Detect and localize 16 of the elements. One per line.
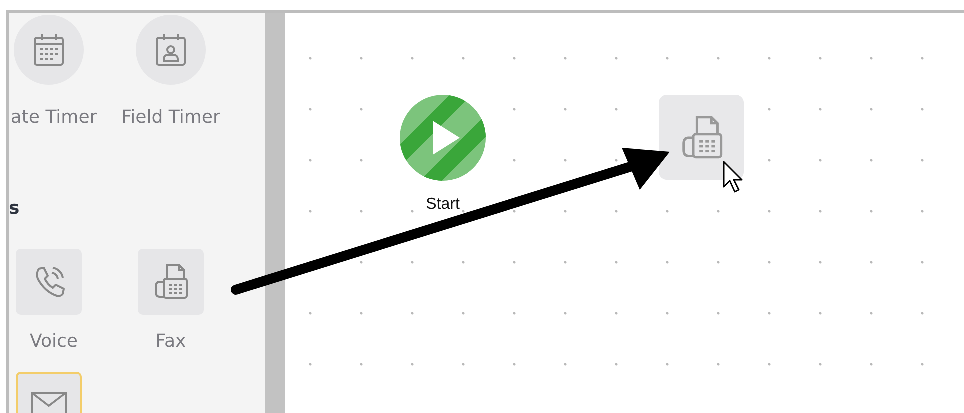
fax-button[interactable] <box>138 249 204 315</box>
cursor-icon <box>723 161 743 193</box>
palette-item-label: Voice <box>30 331 78 352</box>
calendar-icon <box>32 32 66 68</box>
voice-button[interactable] <box>16 249 82 315</box>
envelope-icon <box>30 391 68 413</box>
fax-icon <box>680 114 724 160</box>
palette-item-label: ate Timer <box>10 107 98 128</box>
section-heading: s <box>9 198 21 219</box>
fax-icon <box>153 263 189 301</box>
calendar-person-icon <box>154 32 188 68</box>
palette-item-label: Fax <box>156 331 186 352</box>
panel-splitter[interactable] <box>265 13 285 413</box>
fax-node[interactable] <box>659 95 744 180</box>
node-label: Start <box>426 196 460 214</box>
palette-item-label: Field Timer <box>122 107 220 128</box>
